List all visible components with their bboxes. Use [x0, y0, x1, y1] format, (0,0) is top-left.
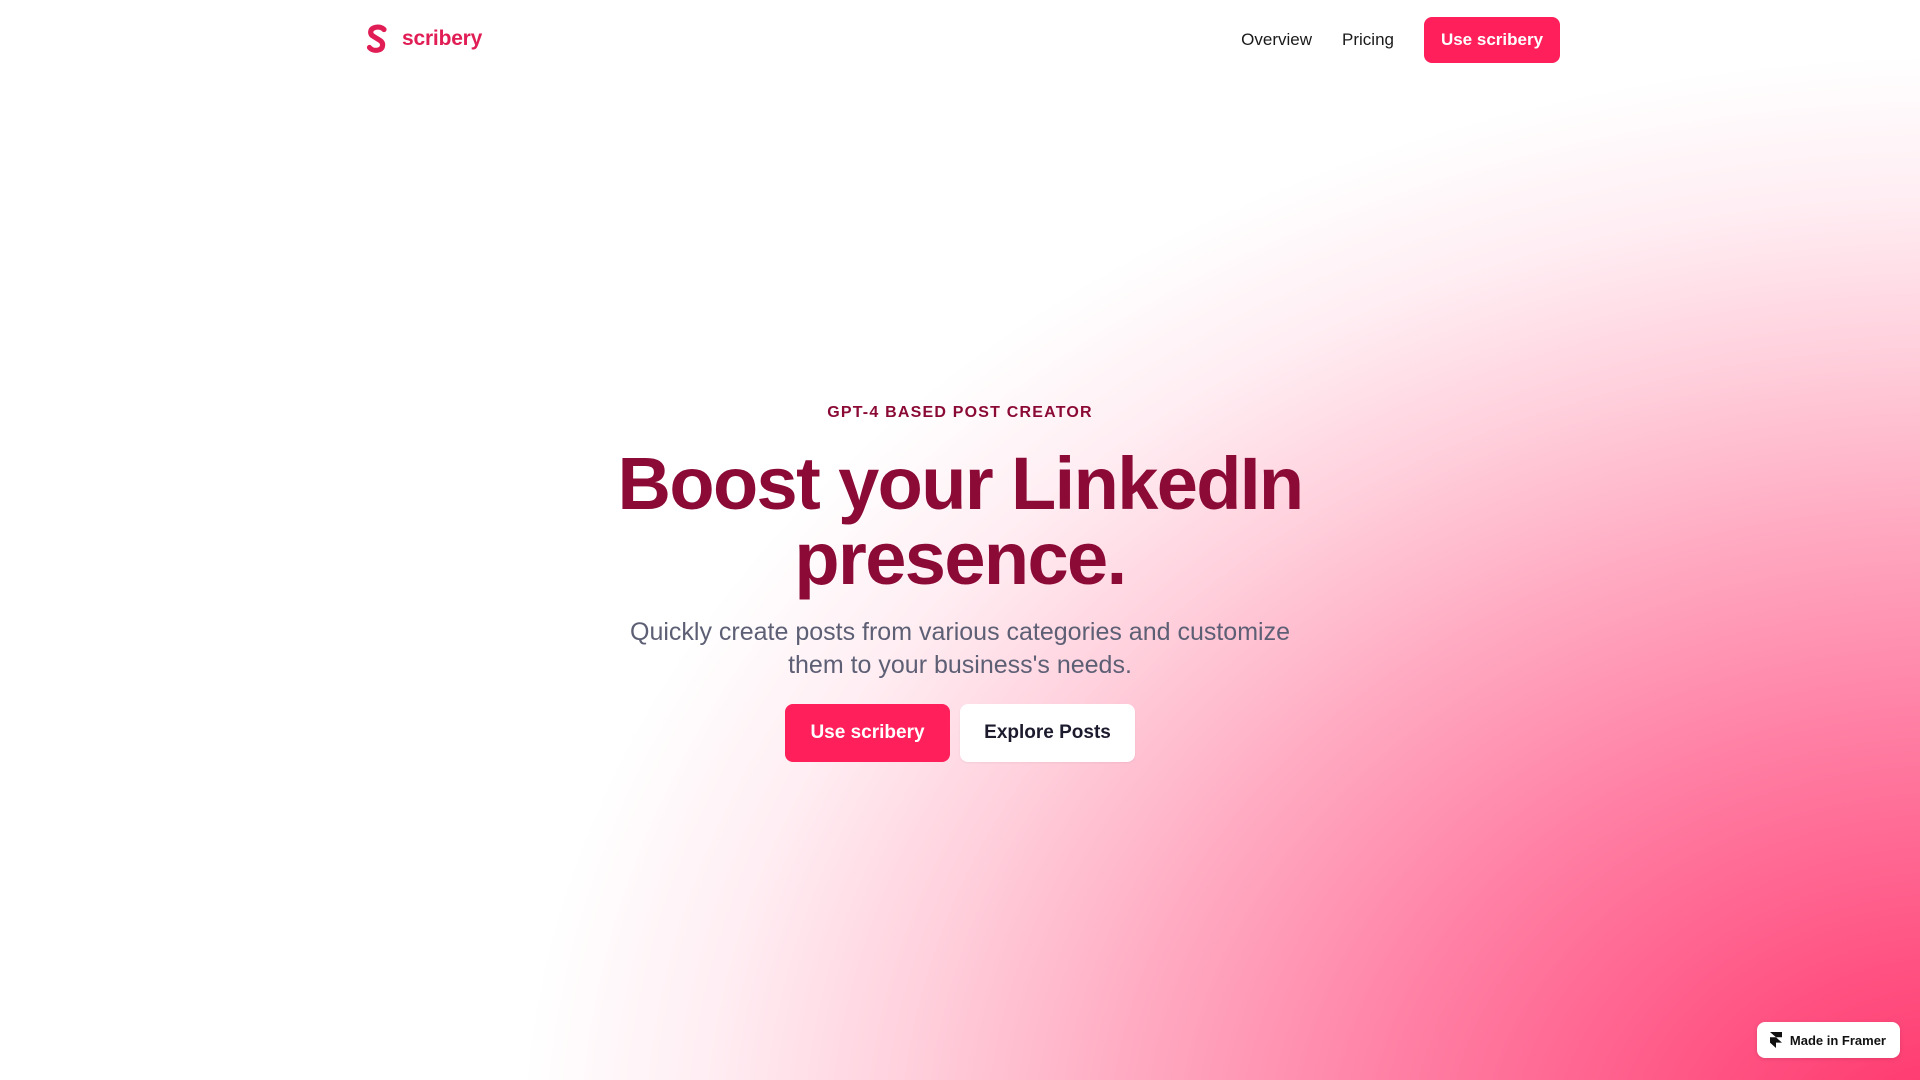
made-in-framer-label: Made in Framer [1789, 1032, 1886, 1048]
scribery-s-logo-icon [366, 24, 388, 54]
top-navigation: scribery Overview Pricing Use scribery [0, 0, 1920, 80]
nav-link-overview[interactable]: Overview [1241, 17, 1312, 63]
framer-logo-icon [1769, 1032, 1782, 1048]
hero-eyebrow: GPT-4 BASED POST CREATOR [827, 404, 1093, 421]
made-in-framer-badge[interactable]: Made in Framer [1756, 1022, 1900, 1058]
hero-buttons: Use scribery Explore Posts [0, 704, 1920, 762]
hero-use-scribery-button[interactable]: Use scribery [785, 704, 950, 762]
nav-link-pricing[interactable]: Pricing [1342, 17, 1394, 63]
hero-subheadline: Quickly create posts from various catego… [630, 618, 1290, 679]
hero-section: GPT-4 BASED POST CREATOR Boost your Link… [0, 400, 1920, 762]
nav-use-scribery-button[interactable]: Use scribery [1424, 17, 1560, 63]
nav-links: Overview Pricing Use scribery [1241, 17, 1560, 63]
brand-name: scribery [402, 27, 483, 50]
brand-logo-link[interactable]: scribery [366, 24, 482, 54]
hero-headline: Boost your LinkedIn presence. [617, 442, 1305, 600]
explore-posts-button[interactable]: Explore Posts [960, 704, 1135, 762]
